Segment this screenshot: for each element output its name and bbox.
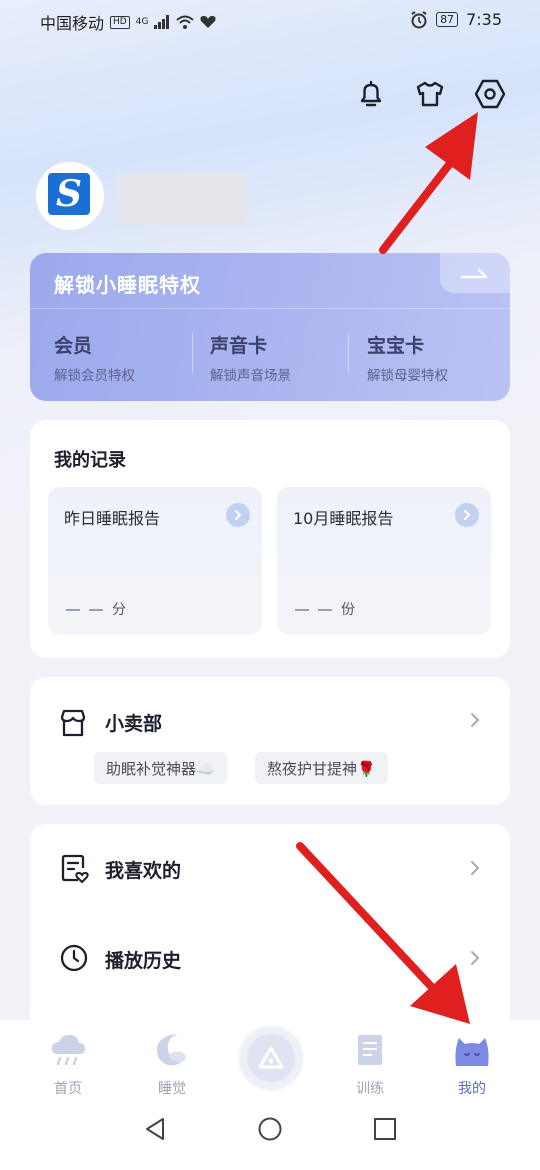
report-month[interactable]: 10月睡眠报告 份: [277, 487, 491, 635]
cat-face-icon: [455, 1038, 489, 1066]
menu-item-history[interactable]: 播放历史: [30, 914, 510, 1004]
vip-arrow-icon[interactable]: [440, 253, 510, 293]
divider: [348, 333, 349, 373]
vip-item-member[interactable]: 会员 解锁会员特权: [54, 331, 135, 384]
report-title: 10月睡眠报告: [293, 509, 394, 528]
shop-tag[interactable]: 助眠补觉神器☁️: [94, 752, 227, 784]
report-title: 昨日睡眠报告: [64, 509, 161, 528]
recents-icon[interactable]: [372, 1116, 398, 1142]
alarm-icon: [411, 10, 427, 28]
play-center-button[interactable]: [240, 1027, 302, 1089]
vip-card[interactable]: 解锁小睡眠特权 会员 解锁会员特权 声音卡 解锁声音场景 宝宝卡 解锁母婴特权: [30, 253, 510, 401]
triangle-play-icon: [258, 1046, 284, 1069]
vip-item-title: 宝宝卡: [367, 335, 425, 357]
home-icon[interactable]: [257, 1116, 283, 1142]
status-bar: 中国移动 HD 4G 87 7:35: [0, 0, 540, 38]
shop-card[interactable]: 小卖部 助眠补觉神器☁️ 熬夜护甘提神🌹: [30, 677, 510, 805]
report-score: 分: [66, 599, 126, 619]
chevron-right-icon: [470, 950, 480, 970]
network-type: 4G: [135, 17, 149, 27]
nav-item-sleep[interactable]: 睡觉: [132, 1030, 212, 1098]
settings-icon[interactable]: [472, 76, 508, 112]
report-unit: 分: [112, 602, 126, 618]
vip-item-baby-card[interactable]: 宝宝卡 解锁母婴特权: [367, 331, 448, 384]
divider: [192, 333, 193, 373]
menu-item-label: 播放历史: [105, 950, 182, 972]
divider: [30, 308, 510, 309]
nav-item-home[interactable]: 首页: [28, 1030, 108, 1098]
clock-icon: [60, 944, 88, 972]
menu-item-label: 我喜欢的: [105, 860, 182, 882]
shirt-icon[interactable]: [412, 76, 448, 112]
nav-label: 首页: [54, 1081, 82, 1097]
bell-icon[interactable]: [353, 76, 389, 112]
clock-text: 7:35: [466, 10, 502, 29]
chevron-right-icon: [455, 503, 479, 527]
vip-item-sub: 解锁声音场景: [210, 368, 291, 384]
nav-item-mine[interactable]: 我的: [432, 1030, 512, 1098]
username-blurred: [116, 173, 248, 225]
bottom-nav: 首页 睡觉 训练 我的: [0, 1020, 540, 1170]
notebook-icon: [358, 1035, 382, 1065]
vip-item-title: 会员: [54, 335, 93, 357]
vip-title: 解锁小睡眠特权: [54, 273, 201, 297]
signal-icon: [154, 15, 170, 29]
heart-icon: [200, 16, 216, 28]
nav-label: 训练: [356, 1081, 384, 1097]
shop-tag[interactable]: 熬夜护甘提神🌹: [255, 752, 388, 784]
store-icon: [60, 709, 86, 737]
carrier-text: 中国移动: [40, 14, 105, 33]
nav-item-training[interactable]: 训练: [330, 1030, 410, 1098]
shop-title: 小卖部: [105, 713, 163, 735]
report-score: 份: [295, 599, 355, 619]
hd-badge: HD: [110, 15, 130, 29]
battery-indicator: 87: [436, 12, 459, 27]
chevron-right-icon: [226, 503, 250, 527]
vip-item-sound-card[interactable]: 声音卡 解锁声音场景: [210, 331, 291, 384]
records-title: 我的记录: [54, 450, 126, 471]
wifi-icon: [176, 15, 195, 29]
nav-label: 我的: [458, 1081, 486, 1097]
menu-card: 我喜欢的 播放历史: [30, 824, 510, 1034]
nav-label: 睡觉: [158, 1081, 186, 1097]
vip-item-sub: 解锁母婴特权: [367, 368, 448, 384]
cloud-rain-icon: [51, 1035, 85, 1066]
report-unit: 份: [341, 602, 355, 618]
back-icon[interactable]: [143, 1116, 167, 1142]
vip-item-title: 声音卡: [210, 335, 268, 357]
moon-icon: [156, 1034, 186, 1066]
chevron-right-icon: [470, 709, 480, 733]
favorites-icon: [61, 854, 89, 883]
avatar-logo-icon: S: [48, 173, 90, 215]
avatar[interactable]: S: [36, 162, 104, 230]
menu-item-favorites[interactable]: 我喜欢的: [30, 824, 510, 914]
records-card: 我的记录 昨日睡眠报告 分 10月睡眠报告 份: [30, 420, 510, 658]
vip-item-sub: 解锁会员特权: [54, 368, 135, 384]
chevron-right-icon: [470, 860, 480, 880]
report-yesterday[interactable]: 昨日睡眠报告 分: [48, 487, 262, 635]
